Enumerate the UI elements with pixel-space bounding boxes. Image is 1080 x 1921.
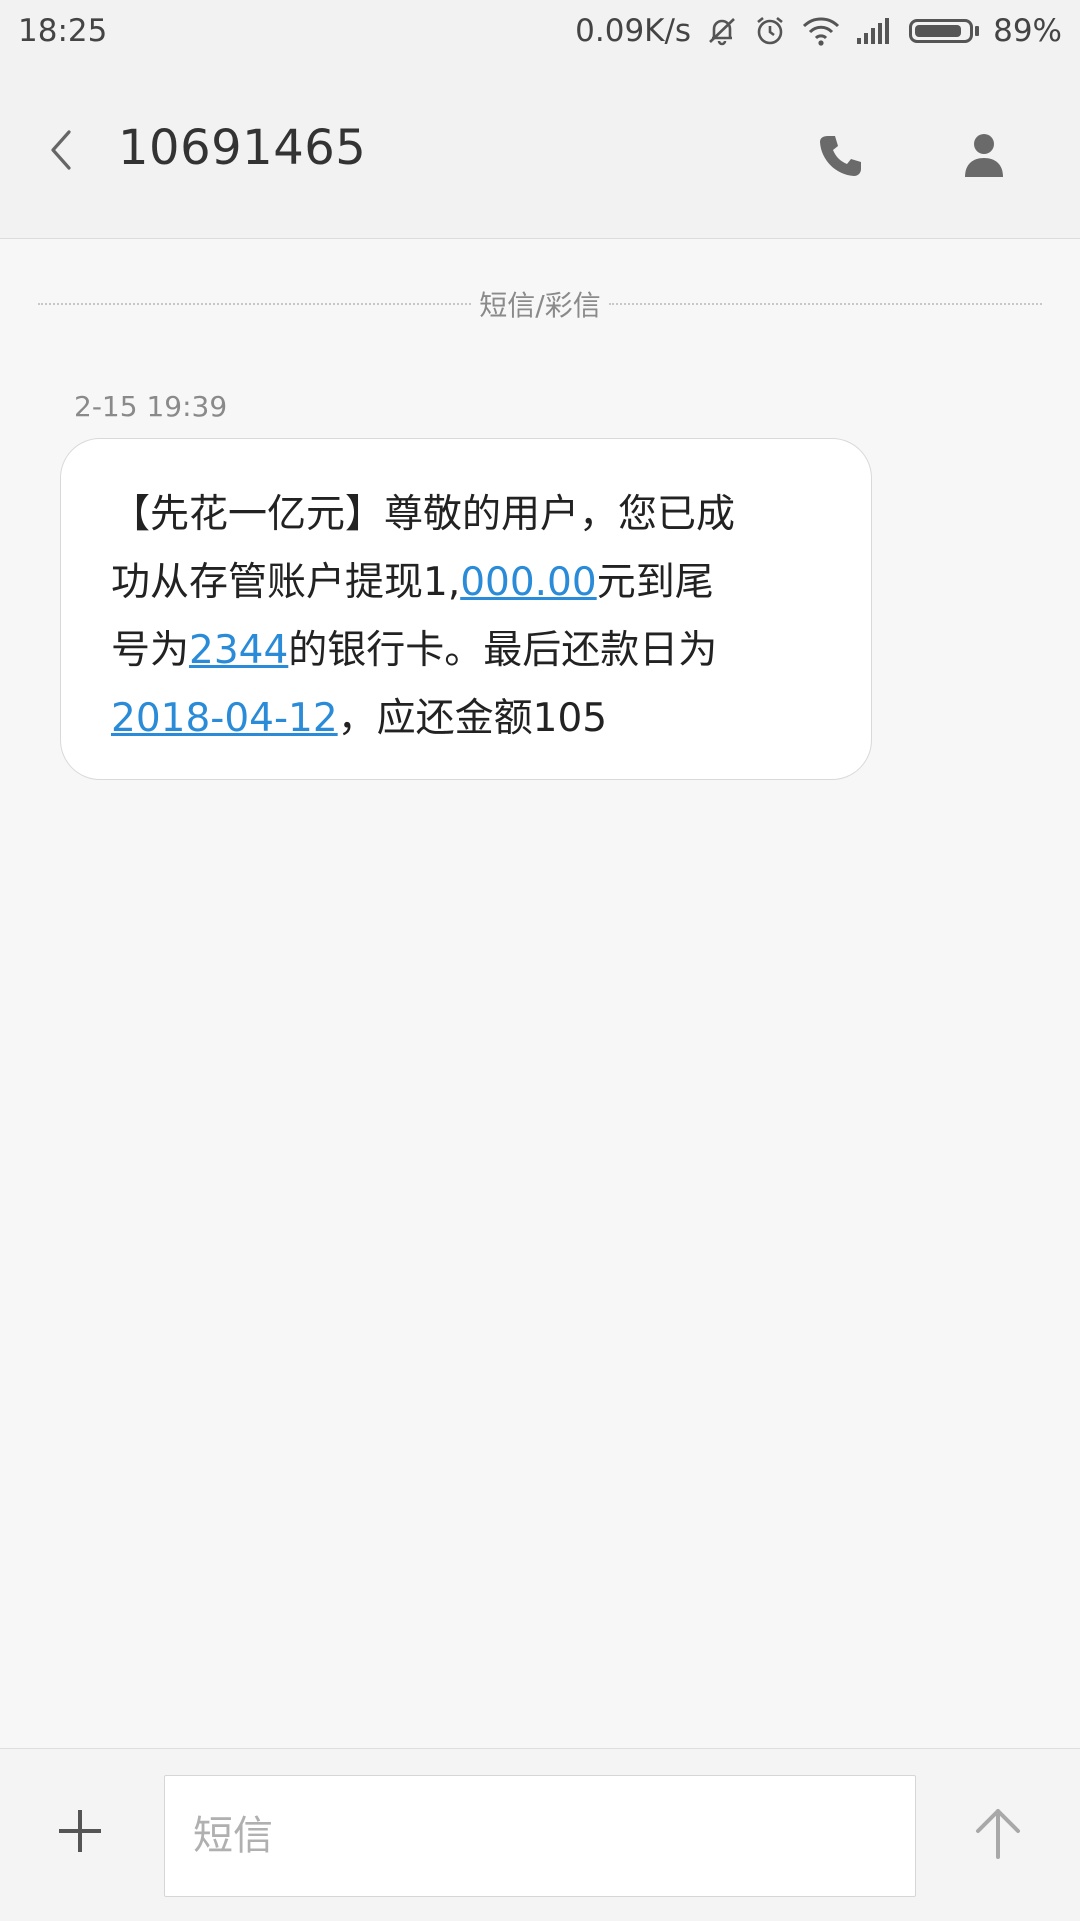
contact-number: 10691465 xyxy=(118,120,367,176)
call-button[interactable] xyxy=(812,128,868,184)
network-speed: 0.09K/s xyxy=(575,13,692,49)
contact-info-button[interactable] xyxy=(956,126,1012,186)
divider-line-left xyxy=(38,303,472,305)
send-button[interactable] xyxy=(968,1801,1028,1865)
amount-link[interactable]: 000.00 xyxy=(460,560,596,605)
message-text: 功从存管账户提现1, xyxy=(111,560,461,605)
status-icons: 0.09K/s 89% xyxy=(575,13,1062,49)
mute-icon xyxy=(705,14,739,48)
message-line: 【先花一亿元】尊敬的用户，您已成 xyxy=(111,481,827,549)
signal-icon xyxy=(855,16,895,46)
message-bubble[interactable]: 【先花一亿元】尊敬的用户，您已成 功从存管账户提现1,000.00元到尾 号为2… xyxy=(60,438,872,780)
message-text: 【先花一亿元】尊敬的用户，您已成 xyxy=(111,492,736,537)
phone-icon xyxy=(820,136,861,176)
message-text: 号为 xyxy=(111,628,190,673)
attach-button[interactable] xyxy=(52,1803,108,1859)
message-line: 2018-04-12，应还金额105 xyxy=(111,685,827,753)
message-text: 元到尾 xyxy=(596,560,714,605)
channel-label: 短信/彩信 xyxy=(479,289,601,322)
message-line: 功从存管账户提现1,000.00元到尾 xyxy=(111,549,827,617)
contact-icon xyxy=(965,134,1003,177)
message-timestamp: 2-15 19:39 xyxy=(74,390,228,423)
divider-line-right xyxy=(608,303,1042,305)
alarm-icon xyxy=(753,14,787,48)
compose-bar xyxy=(0,1748,1080,1921)
plus-icon xyxy=(59,1810,101,1852)
date-link[interactable]: 2018-04-12 xyxy=(111,696,338,741)
card-number-link[interactable]: 2344 xyxy=(189,628,288,673)
message-text: 的银行卡。最后还款日为 xyxy=(288,628,718,673)
back-icon xyxy=(51,130,71,170)
conversation-header: 10691465 xyxy=(0,62,1080,239)
battery-icon xyxy=(909,19,980,43)
sms-input[interactable] xyxy=(164,1775,916,1897)
wifi-icon xyxy=(801,15,841,47)
back-button[interactable] xyxy=(38,118,82,182)
battery-percent: 89% xyxy=(993,13,1062,49)
message-text: ，应还金额105 xyxy=(337,696,608,741)
channel-divider: 短信/彩信 xyxy=(38,284,1042,324)
message-line: 号为2344的银行卡。最后还款日为 xyxy=(111,617,827,685)
send-arrow-icon xyxy=(976,1809,1020,1859)
status-bar: 18:25 0.09K/s 89% xyxy=(0,0,1080,62)
status-time: 18:25 xyxy=(18,13,108,49)
